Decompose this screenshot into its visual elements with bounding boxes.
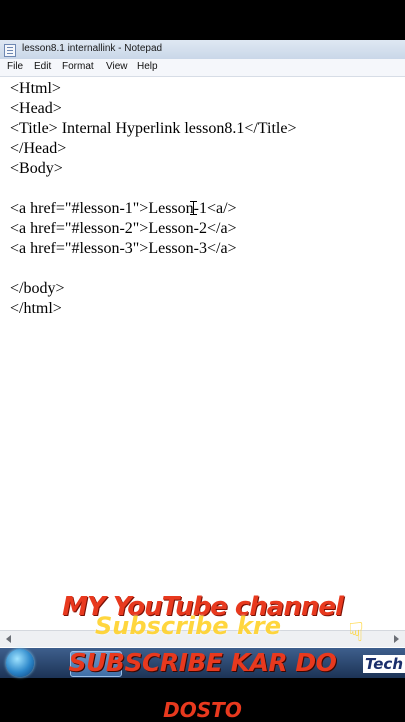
notepad-window: lesson8.1 internallink - Notepad File Ed… [0, 40, 405, 648]
notepad-icon [4, 44, 16, 57]
overlay-dosto: DOSTO [163, 698, 242, 722]
pointing-hand-icon: ☟ [348, 617, 364, 647]
window-title: lesson8.1 internallink - Notepad [22, 43, 163, 54]
menu-format[interactable]: Format [62, 61, 94, 72]
overlay-subscribe-kar-do: SUBSCRIBE KAR DO [68, 648, 337, 677]
menu-help[interactable]: Help [137, 61, 158, 72]
text-editor[interactable]: <Html> <Head> <Title> Internal Hyperlink… [0, 77, 405, 637]
editor-content[interactable]: <Html> <Head> <Title> Internal Hyperlink… [10, 79, 296, 319]
menu-bar: File Edit Format View Help [0, 59, 405, 77]
scroll-left-icon[interactable] [6, 635, 11, 643]
text-cursor-icon [190, 201, 201, 215]
menu-view[interactable]: View [106, 61, 128, 72]
title-bar[interactable]: lesson8.1 internallink - Notepad [0, 40, 405, 60]
menu-edit[interactable]: Edit [34, 61, 51, 72]
menu-file[interactable]: File [7, 61, 23, 72]
scroll-right-icon[interactable] [394, 635, 399, 643]
